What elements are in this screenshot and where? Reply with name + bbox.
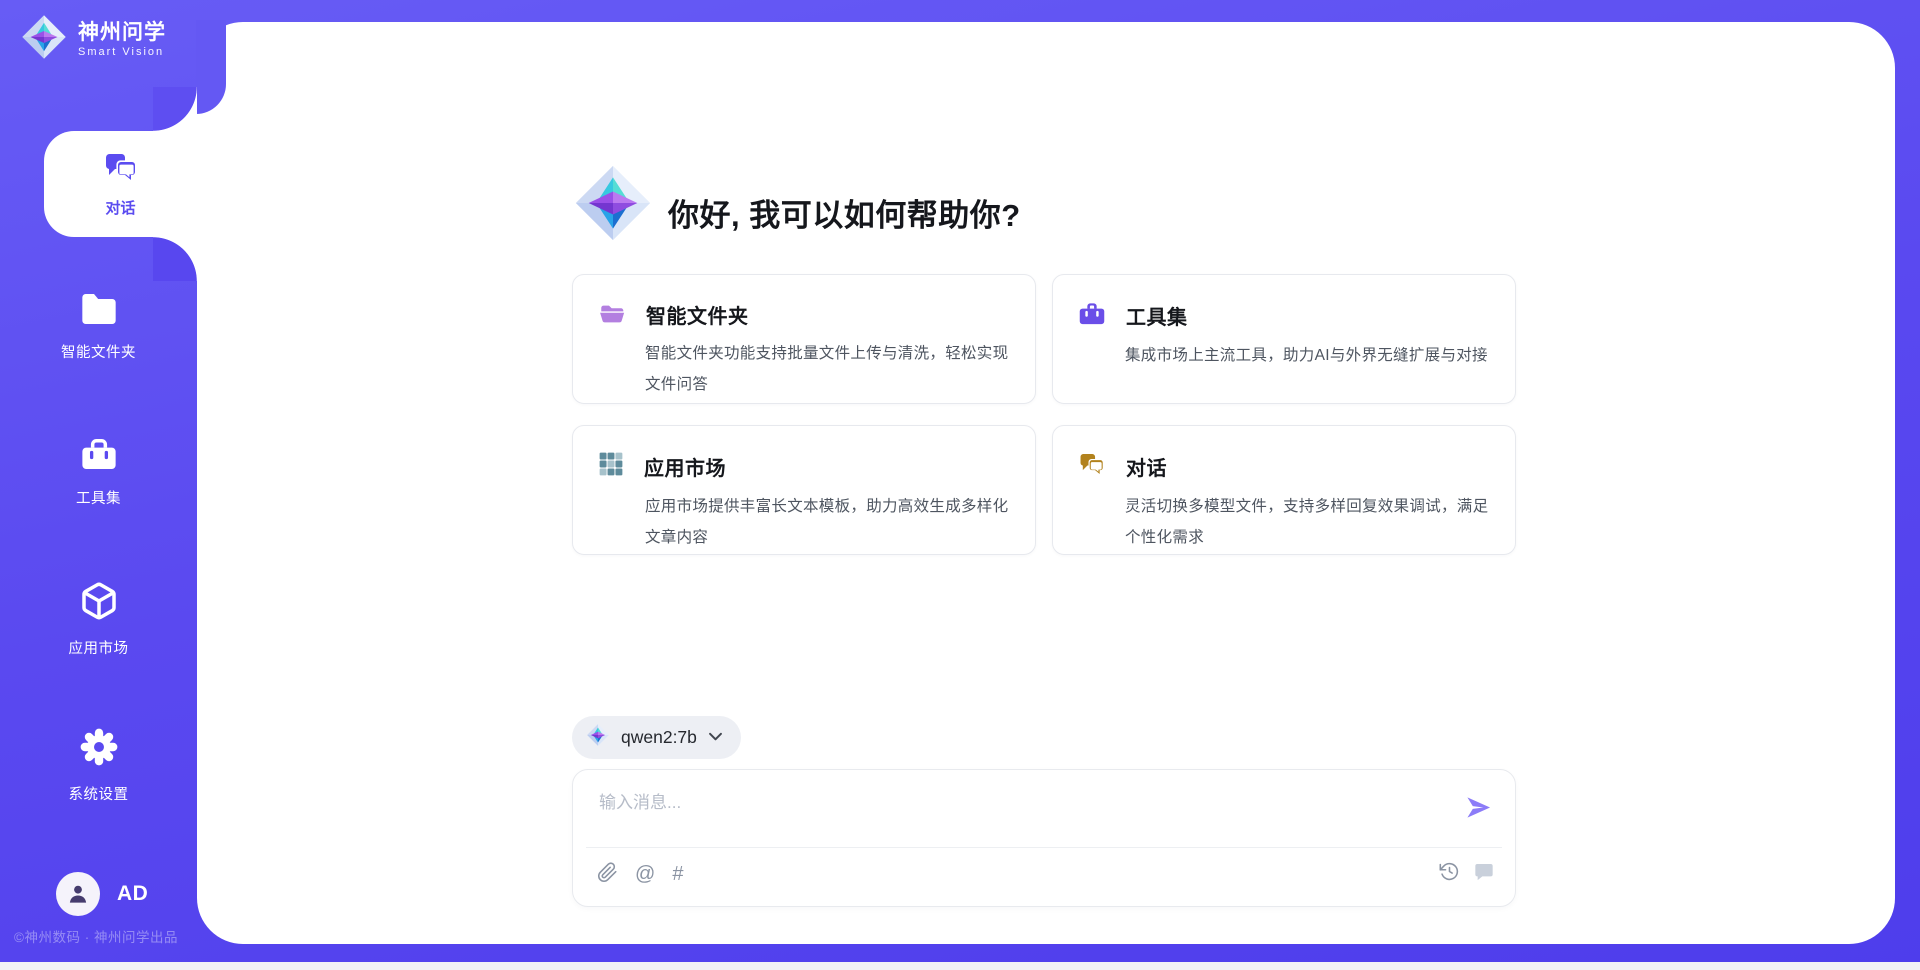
sidebar-item-chat[interactable]: 对话 bbox=[44, 131, 197, 237]
greeting-title: 你好, 我可以如何帮助你? bbox=[668, 190, 1021, 235]
bottom-scrollbar-track[interactable] bbox=[0, 962, 1920, 970]
greeting-diamond-logo-icon bbox=[572, 160, 654, 251]
composer-right-tools bbox=[1439, 861, 1494, 885]
paperclip-icon bbox=[597, 862, 618, 886]
avatar bbox=[56, 872, 100, 916]
folder-icon bbox=[79, 292, 119, 331]
user-initials: AD bbox=[117, 882, 148, 906]
brand-diamond-logo-icon bbox=[20, 13, 68, 66]
model-name: qwen2:7b bbox=[621, 727, 697, 748]
sidebar-item-label: 工具集 bbox=[76, 487, 121, 508]
chat-bubbles-icon bbox=[103, 150, 139, 189]
chat-bubble-icon bbox=[1474, 862, 1494, 884]
card-title: 工具集 bbox=[1126, 301, 1188, 330]
card-description: 应用市场提供丰富长文本模板，助力高效生成多样化文章内容 bbox=[645, 491, 1009, 553]
card-toolset[interactable]: 工具集 集成市场上主流工具，助力AI与外界无缝扩展与对接 bbox=[1052, 274, 1516, 404]
card-app-market[interactable]: 应用市场 应用市场提供丰富长文本模板，助力高效生成多样化文章内容 bbox=[572, 425, 1036, 555]
sidebar-item-apps[interactable]: 应用市场 bbox=[0, 580, 197, 658]
sidebar-item-settings[interactable]: 系统设置 bbox=[0, 726, 197, 804]
brand-subtitle: Smart Vision bbox=[78, 46, 166, 58]
toolbox-icon bbox=[80, 436, 118, 477]
brand: 神州问学 Smart Vision bbox=[20, 13, 166, 66]
message-composer: @ # bbox=[572, 769, 1516, 907]
sidebar-item-label: 系统设置 bbox=[69, 783, 129, 804]
card-smart-folder[interactable]: 智能文件夹 智能文件夹功能支持批量文件上传与清洗，轻松实现文件问答 bbox=[572, 274, 1036, 404]
card-description: 智能文件夹功能支持批量文件上传与清洗，轻松实现文件问答 bbox=[645, 338, 1009, 400]
sidebar-item-folders[interactable]: 智能文件夹 bbox=[0, 292, 197, 362]
card-description: 灵活切换多模型文件，支持多样回复效果调试，满足个性化需求 bbox=[1125, 491, 1489, 553]
brand-name: 神州问学 bbox=[78, 21, 166, 45]
attach-file-button[interactable] bbox=[597, 862, 618, 886]
chevron-down-icon bbox=[708, 729, 723, 747]
sidebar-item-label: 对话 bbox=[105, 197, 135, 218]
card-chat[interactable]: 对话 灵活切换多模型文件，支持多样回复效果调试，满足个性化需求 bbox=[1052, 425, 1516, 555]
at-sign-icon: @ bbox=[635, 864, 655, 884]
chat-bubbles-icon bbox=[1078, 451, 1106, 482]
feature-cards: 智能文件夹 智能文件夹功能支持批量文件上传与清洗，轻松实现文件问答 工具集 bbox=[572, 274, 1517, 555]
composer-divider bbox=[586, 847, 1502, 848]
message-input[interactable] bbox=[599, 788, 1429, 818]
toolbox-icon bbox=[1078, 300, 1106, 331]
user-profile[interactable]: AD bbox=[56, 872, 148, 916]
copyright-text: ©神州数码 · 神州问学出品 bbox=[14, 926, 178, 946]
hashtag-button[interactable]: # bbox=[672, 864, 683, 884]
chat-history-button[interactable] bbox=[1474, 862, 1494, 884]
cube-icon bbox=[79, 580, 119, 627]
hash-icon: # bbox=[672, 864, 683, 884]
send-button[interactable] bbox=[1463, 794, 1493, 824]
card-title: 应用市场 bbox=[644, 452, 726, 481]
sidebar-item-label: 智能文件夹 bbox=[61, 341, 136, 362]
model-selector[interactable]: qwen2:7b bbox=[572, 716, 741, 759]
history-clock-icon bbox=[1439, 861, 1460, 885]
gear-icon bbox=[78, 726, 120, 773]
history-button[interactable] bbox=[1439, 861, 1460, 885]
sidebar-item-tools[interactable]: 工具集 bbox=[0, 436, 197, 508]
app-root: 神州问学 Smart Vision 对话 智能文件夹 bbox=[0, 0, 1920, 970]
folder-open-icon bbox=[598, 300, 626, 329]
grid-icon bbox=[598, 451, 624, 482]
card-title: 对话 bbox=[1126, 452, 1167, 481]
active-tab-top-fillet bbox=[153, 87, 197, 131]
model-diamond-logo-icon bbox=[586, 723, 610, 752]
active-tab-bottom-fillet bbox=[153, 237, 197, 281]
composer-tools: @ # bbox=[597, 862, 683, 886]
mention-button[interactable]: @ bbox=[635, 864, 655, 884]
sidebar-item-label: 应用市场 bbox=[69, 637, 129, 658]
card-description: 集成市场上主流工具，助力AI与外界无缝扩展与对接 bbox=[1125, 340, 1489, 371]
card-title: 智能文件夹 bbox=[646, 300, 749, 329]
